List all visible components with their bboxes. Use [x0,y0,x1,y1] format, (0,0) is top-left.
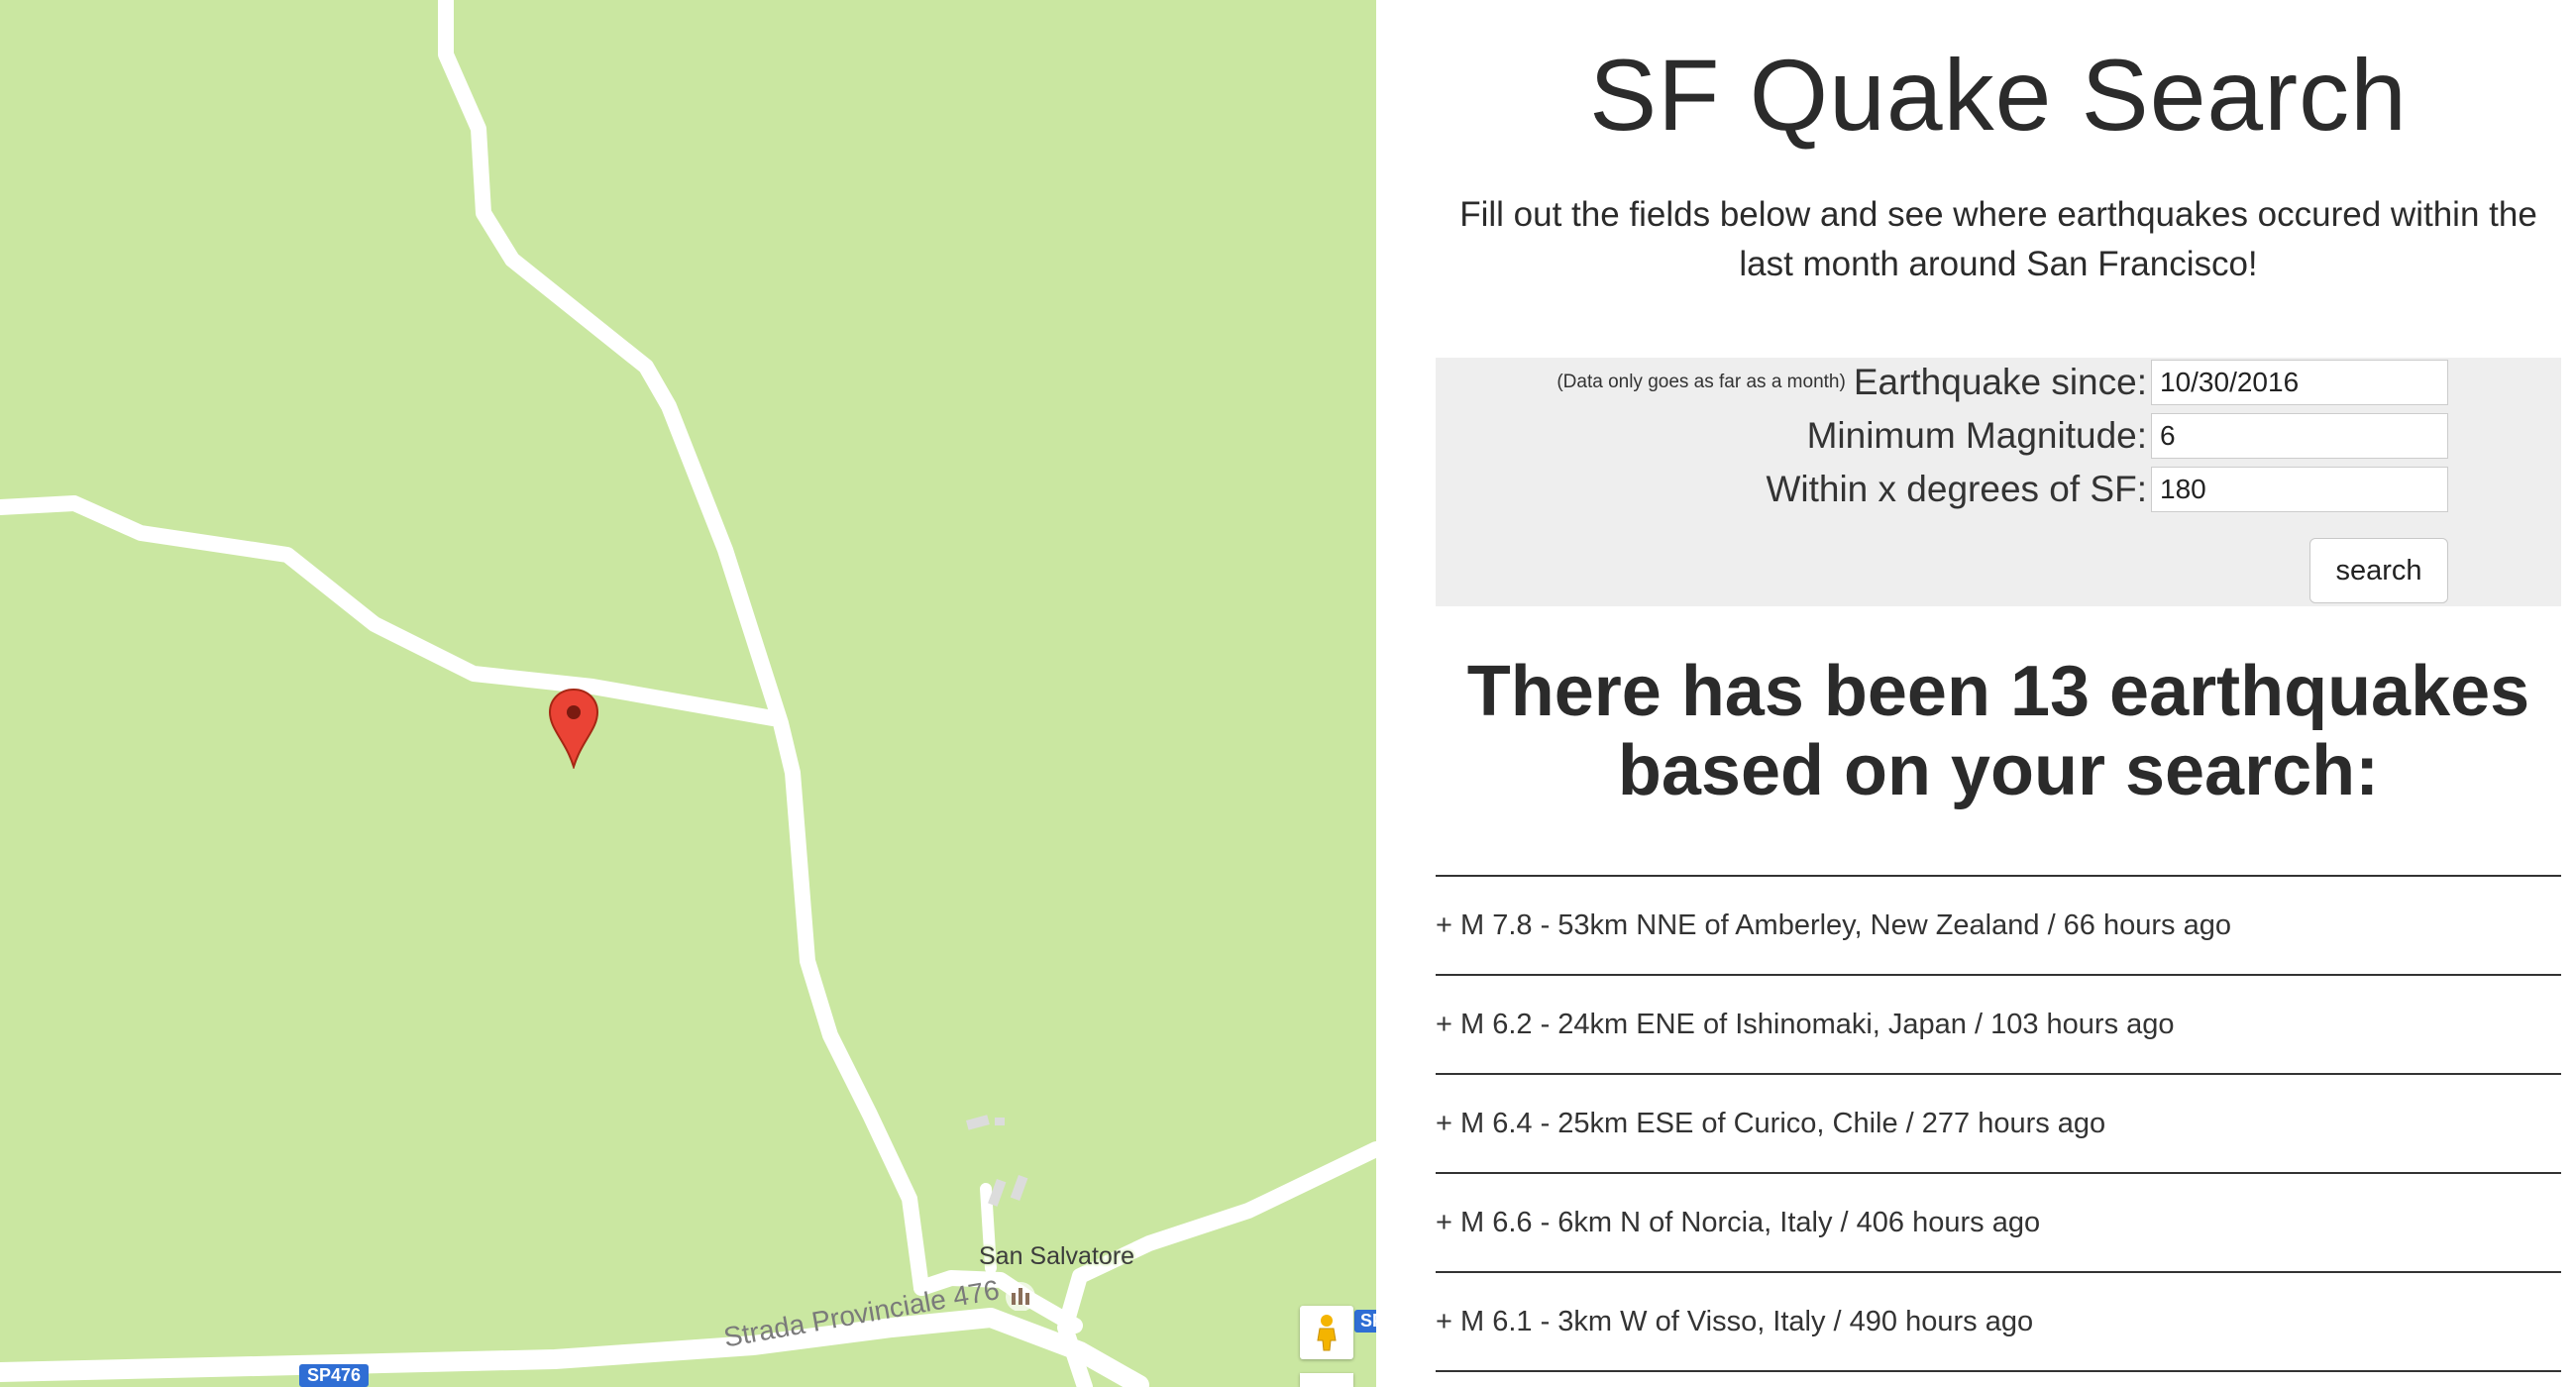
degrees-input[interactable] [2151,467,2448,512]
route-shield: SP476 [299,1364,370,1387]
list-item[interactable]: + M 6.2 - 24km ENE of Ishinomaki, Japan … [1436,976,2561,1075]
since-input[interactable] [2151,360,2448,405]
results-heading: There has been 13 earthquakes based on y… [1436,652,2561,810]
results-heading-line2: based on your search: [1617,731,2380,810]
list-item[interactable]: + M 6.4 - 25km ESE of Curico, Chile / 27… [1436,1075,2561,1174]
intro-text: Fill out the fields below and see where … [1459,195,2537,283]
place-label-san-salvatore: San Salvatore [979,1242,1135,1270]
map-marker-icon[interactable] [548,688,599,769]
magnitude-input[interactable] [2151,413,2448,459]
route-shield-partial: SP [1354,1310,1376,1333]
since-row: (Data only goes as far as a month) Earth… [1436,358,2448,407]
search-form: (Data only goes as far as a month) Earth… [1436,358,2561,606]
magnitude-row: Minimum Magnitude: [1436,411,2448,461]
degrees-row: Within x degrees of SF: [1436,465,2448,514]
map[interactable]: San Salvatore Strada Provinciale 476 SP4… [0,0,1376,1387]
since-label: Earthquake since: [1853,362,2147,402]
pegman-icon [1317,1315,1337,1351]
page-title: SF Quake Search [1589,39,2408,152]
list-item[interactable]: + M 6.6 - 6km N of Norcia, Italy / 406 h… [1436,1174,2561,1273]
map-roads [0,0,1376,1387]
pegman-button[interactable] [1300,1306,1353,1359]
search-panel: SF Quake Search Fill out the fields belo… [1436,0,2561,1387]
list-item[interactable]: + M 6.1 - 3km W of Visso, Italy / 490 ho… [1436,1273,2561,1372]
results-list: + M 7.8 - 53km NNE of Amberley, New Zeal… [1436,875,2561,1372]
degrees-label: Within x degrees of SF: [1766,469,2147,509]
results-heading-line1: There has been 13 earthquakes [1466,652,2530,731]
since-note: (Data only goes as far as a month) [1556,372,1846,392]
zoom-control[interactable] [1300,1373,1353,1387]
list-item[interactable]: + M 7.8 - 53km NNE of Amberley, New Zeal… [1436,877,2561,976]
search-button[interactable]: search [2309,538,2448,603]
magnitude-label: Minimum Magnitude: [1806,415,2147,456]
church-icon [1006,1282,1035,1311]
